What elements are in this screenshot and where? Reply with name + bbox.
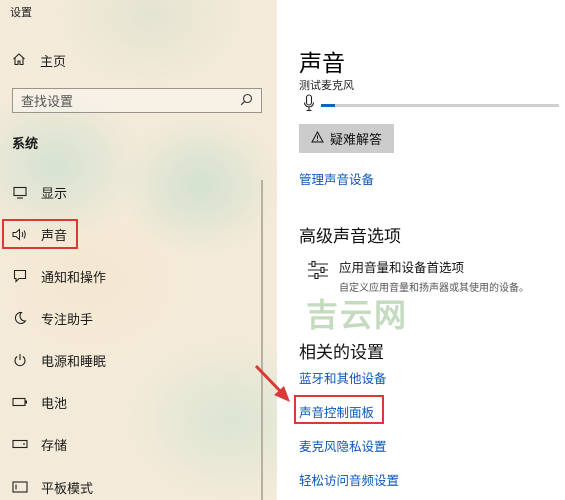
search-input[interactable]: 查找设置 bbox=[12, 88, 262, 113]
tablet-icon bbox=[12, 481, 28, 493]
search-placeholder: 查找设置 bbox=[21, 95, 74, 110]
nav-home[interactable]: 主页 bbox=[12, 51, 66, 70]
speaker-icon bbox=[12, 227, 28, 241]
watermark: 吉云网 bbox=[306, 296, 409, 334]
sound-control-panel-link[interactable]: 声音控制面板 bbox=[299, 402, 374, 421]
microphone-privacy-link[interactable]: 麦克风隐私设置 bbox=[299, 436, 387, 455]
sidebar-item-display[interactable]: 显示 bbox=[12, 181, 67, 203]
battery-icon bbox=[12, 397, 28, 407]
nav-home-label: 主页 bbox=[40, 55, 67, 70]
sidebar-item-battery[interactable]: 电池 bbox=[12, 391, 67, 413]
sidebar-item-power[interactable]: 电源和睡眠 bbox=[12, 349, 106, 371]
microphone-icon bbox=[303, 94, 315, 116]
sidebar-item-focus-assist[interactable]: 专注助手 bbox=[12, 307, 93, 329]
related-settings-heading: 相关的设置 bbox=[299, 343, 384, 363]
mic-level-fill bbox=[321, 103, 336, 107]
sidebar-item-storage[interactable]: 存储 bbox=[12, 433, 67, 455]
sidebar-item-label: 平板模式 bbox=[41, 481, 94, 497]
sidebar-item-label: 电源和睡眠 bbox=[41, 354, 107, 370]
sidebar-item-label: 专注助手 bbox=[41, 312, 94, 328]
sidebar-scrollbar[interactable] bbox=[261, 180, 263, 500]
warning-icon bbox=[311, 130, 324, 147]
troubleshoot-label: 疑难解答 bbox=[329, 133, 382, 148]
sound-settings-content: 声音 测试麦克风 疑难解答 管理声音设备 高级声音选项 应用音量和设备首选项 自… bbox=[277, 0, 565, 500]
page-title: 声音 bbox=[299, 51, 345, 77]
notification-icon bbox=[12, 269, 28, 283]
sidebar-item-label: 显示 bbox=[41, 186, 68, 202]
mic-level-meter bbox=[321, 103, 559, 107]
search-icon[interactable] bbox=[240, 91, 253, 110]
sliders-icon bbox=[307, 260, 329, 284]
sidebar-item-sound[interactable]: 声音 bbox=[12, 223, 67, 245]
mic-level-row bbox=[303, 94, 559, 116]
ease-of-access-audio-link[interactable]: 轻松访问音频设置 bbox=[299, 470, 399, 489]
mic-test-label: 测试麦克风 bbox=[299, 79, 354, 92]
app-volume-text: 应用音量和设备首选项 自定义应用音量和扬声器或其使用的设备。 bbox=[339, 257, 529, 294]
window-title: 设置 bbox=[10, 6, 32, 19]
app-volume-preferences[interactable]: 应用音量和设备首选项 自定义应用音量和扬声器或其使用的设备。 bbox=[307, 257, 529, 294]
home-icon bbox=[12, 52, 26, 70]
section-title: 系统 bbox=[12, 137, 39, 152]
sidebar-item-label: 电池 bbox=[41, 396, 68, 412]
storage-icon bbox=[12, 439, 28, 449]
monitor-icon bbox=[12, 186, 28, 199]
sidebar-item-label: 存储 bbox=[41, 438, 68, 454]
app-volume-title: 应用音量和设备首选项 bbox=[339, 260, 465, 275]
sidebar-item-tablet-mode[interactable]: 平板模式 bbox=[12, 476, 93, 498]
arrow-icon bbox=[252, 362, 294, 410]
troubleshoot-button[interactable]: 疑难解答 bbox=[299, 124, 394, 153]
moon-icon bbox=[12, 311, 28, 325]
sidebar-item-notifications[interactable]: 通知和操作 bbox=[12, 265, 106, 287]
sidebar-item-label: 通知和操作 bbox=[41, 270, 107, 286]
sidebar-item-label: 声音 bbox=[41, 228, 68, 244]
power-icon bbox=[12, 353, 28, 367]
settings-sidebar: 设置 主页 查找设置 系统 显示 声音 通知和操作 专注助手 电源和睡眠 电池 … bbox=[0, 0, 277, 500]
manage-sound-devices-link[interactable]: 管理声音设备 bbox=[299, 169, 374, 188]
advanced-sound-heading: 高级声音选项 bbox=[299, 227, 401, 247]
bluetooth-devices-link[interactable]: 蓝牙和其他设备 bbox=[299, 368, 387, 387]
